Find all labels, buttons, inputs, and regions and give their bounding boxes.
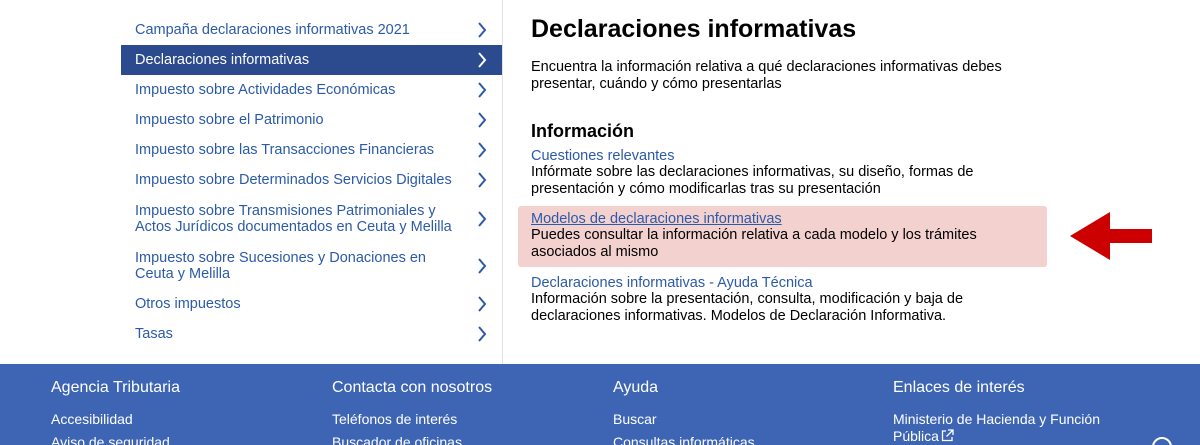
- sidebar-item-declaraciones-informativas[interactable]: Declaraciones informativas: [121, 45, 502, 75]
- sidebar-item-otros-impuestos[interactable]: Otros impuestos: [121, 289, 502, 319]
- footer-column-ayuda: Ayuda Buscar Consultas informáticas: [613, 379, 873, 445]
- info-entry-modelos-highlighted: Modelos de declaraciones informativas Pu…: [518, 206, 1047, 267]
- info-link-cuestiones-relevantes[interactable]: Cuestiones relevantes: [531, 148, 1051, 164]
- chevron-right-icon: [476, 52, 488, 68]
- footer-heading: Agencia Tributaria: [51, 379, 180, 396]
- sidebar-item-label: Impuesto sobre el Patrimonio: [135, 112, 324, 128]
- footer-column-enlaces: Enlaces de interés Ministerio de Haciend…: [893, 379, 1133, 445]
- sidebar-item-label: Impuesto sobre las Transacciones Financi…: [135, 142, 435, 158]
- sidebar-item-label: Impuesto sobre Determinados Servicios Di…: [135, 172, 452, 188]
- footer-link-ministerio-hacienda[interactable]: Ministerio de Hacienda y Función Pública: [893, 411, 1133, 445]
- footer-link-label: Ministerio de Hacienda y Función Pública: [893, 411, 1100, 444]
- sidebar-item-campana-declaraciones-informativas-2021[interactable]: Campaña declaraciones informativas 2021: [121, 15, 502, 45]
- chevron-right-icon: [476, 257, 488, 274]
- page-intro: Encuentra la información relativa a qué …: [531, 59, 1002, 92]
- chevron-right-icon: [476, 210, 488, 227]
- info-link-modelos-declaraciones[interactable]: Modelos de declaraciones informativas: [531, 211, 1034, 227]
- footer-link-consultas-informaticas[interactable]: Consultas informáticas: [613, 434, 873, 445]
- sidebar-item-label: Impuesto sobre Sucesiones y Donaciones e…: [135, 249, 426, 282]
- sidebar-item-impuesto-transacciones-financieras[interactable]: Impuesto sobre las Transacciones Financi…: [121, 135, 502, 165]
- sidebar-item-label: Tasas: [135, 326, 173, 342]
- sidebar-item-impuesto-transmisiones-patrimoniales[interactable]: Impuesto sobre Transmisiones Patrimonial…: [121, 195, 502, 242]
- sidebar-item-tasas[interactable]: Tasas: [121, 319, 502, 349]
- sidebar-item-impuesto-actividades-economicas[interactable]: Impuesto sobre Actividades Económicas: [121, 75, 502, 105]
- sidebar-item-impuesto-patrimonio[interactable]: Impuesto sobre el Patrimonio: [121, 105, 502, 135]
- external-link-icon: [941, 429, 954, 442]
- sidebar-item-label: Declaraciones informativas: [135, 52, 310, 68]
- footer-column-agencia: Agencia Tributaria Accesibilidad Aviso d…: [51, 379, 311, 445]
- footer-heading: Ayuda: [613, 379, 659, 396]
- sidebar-item-label: Impuesto sobre Transmisiones Patrimonial…: [135, 202, 452, 235]
- sidebar-item-label: Otros impuestos: [135, 296, 241, 312]
- chevron-right-icon: [476, 326, 488, 342]
- sidebar-item-label: Campaña declaraciones informativas 2021: [135, 22, 410, 38]
- info-description: Información sobre la presentación, consu…: [531, 291, 964, 324]
- site-footer: Agencia Tributaria Accesibilidad Aviso d…: [0, 364, 1200, 445]
- arrow-left-icon: [1070, 212, 1152, 260]
- footer-column-contacta: Contacta con nosotros Teléfonos de inter…: [332, 379, 592, 445]
- info-link-ayuda-tecnica[interactable]: Declaraciones informativas - Ayuda Técni…: [531, 275, 1051, 291]
- chevron-right-icon: [476, 142, 488, 158]
- info-entry-cuestiones-relevantes: Cuestiones relevantes Infórmate sobre la…: [531, 148, 1051, 198]
- sidebar-divider: [502, 0, 503, 364]
- footer-heading: Contacta con nosotros: [332, 379, 493, 396]
- chevron-right-icon: [476, 296, 488, 312]
- footer-link-telefonos[interactable]: Teléfonos de interés: [332, 411, 592, 428]
- footer-link-buscador-oficinas[interactable]: Buscador de oficinas: [332, 434, 592, 445]
- sidebar-item-label: Impuesto sobre Actividades Económicas: [135, 82, 396, 98]
- chevron-right-icon: [476, 172, 488, 188]
- footer-heading: Enlaces de interés: [893, 379, 1025, 396]
- info-description: Puedes consultar la información relativa…: [531, 227, 977, 260]
- sidebar-item-impuesto-servicios-digitales[interactable]: Impuesto sobre Determinados Servicios Di…: [121, 165, 502, 195]
- main-content: Declaraciones informativas Encuentra la …: [518, 14, 1051, 324]
- sidebar-nav: Campaña declaraciones informativas 2021 …: [121, 15, 502, 349]
- section-title: Información: [531, 121, 635, 141]
- info-entry-ayuda-tecnica: Declaraciones informativas - Ayuda Técni…: [531, 275, 1051, 325]
- chevron-right-icon: [476, 112, 488, 128]
- chevron-right-icon: [476, 22, 488, 38]
- footer-link-aviso-seguridad[interactable]: Aviso de seguridad: [51, 434, 311, 445]
- footer-link-accesibilidad[interactable]: Accesibilidad: [51, 411, 311, 428]
- chevron-right-icon: [476, 82, 488, 98]
- page-title: Declaraciones informativas: [531, 15, 857, 43]
- sidebar-item-impuesto-sucesiones-donaciones[interactable]: Impuesto sobre Sucesiones y Donaciones e…: [121, 242, 502, 289]
- footer-link-buscar[interactable]: Buscar: [613, 411, 873, 428]
- info-description: Infórmate sobre las declaraciones inform…: [531, 164, 974, 197]
- scroll-top-button[interactable]: [1152, 437, 1172, 445]
